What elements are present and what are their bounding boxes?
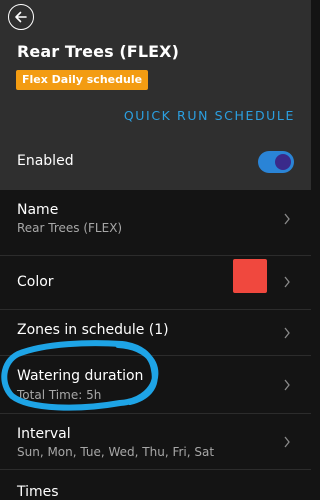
interval-row-label: Interval [17,426,71,442]
schedule-type-badge: Flex Daily schedule [16,70,149,90]
color-swatch [233,259,267,293]
back-button[interactable] [8,4,34,30]
chevron-right-icon [283,213,291,225]
toggle-knob [275,154,291,170]
chevron-right-icon [283,327,291,339]
zones-row[interactable]: Zones in schedule (1) [0,310,311,356]
chevron-right-icon [283,436,291,448]
watering-duration-value: Total Time: 5h [17,388,102,402]
zones-row-label: Zones in schedule (1) [17,322,169,338]
page-title: Rear Trees (FLEX) [17,42,179,61]
chevron-right-icon [283,276,291,288]
interval-row-value: Sun, Mon, Tue, Wed, Thu, Fri, Sat [17,445,215,459]
color-row[interactable]: Color [0,256,311,310]
name-row-value: Rear Trees (FLEX) [17,221,123,235]
arrow-left-icon [15,11,27,23]
quick-run-schedule-button[interactable]: QUICK RUN SCHEDULE [124,108,295,123]
chevron-right-icon [283,379,291,391]
name-row[interactable]: Name Rear Trees (FLEX) [0,190,311,256]
times-row-label: Times [17,484,59,500]
times-row[interactable]: Times [0,470,311,500]
name-row-label: Name [17,202,59,218]
interval-row[interactable]: Interval Sun, Mon, Tue, Wed, Thu, Fri, S… [0,414,311,470]
schedule-header: Rear Trees (FLEX) Flex Daily schedule QU… [0,0,311,190]
watering-duration-label: Watering duration [17,368,144,384]
enabled-label: Enabled [17,153,74,169]
watering-duration-row[interactable]: Watering duration Total Time: 5h [0,356,311,414]
color-row-label: Color [17,274,54,290]
enabled-toggle[interactable] [258,151,294,173]
